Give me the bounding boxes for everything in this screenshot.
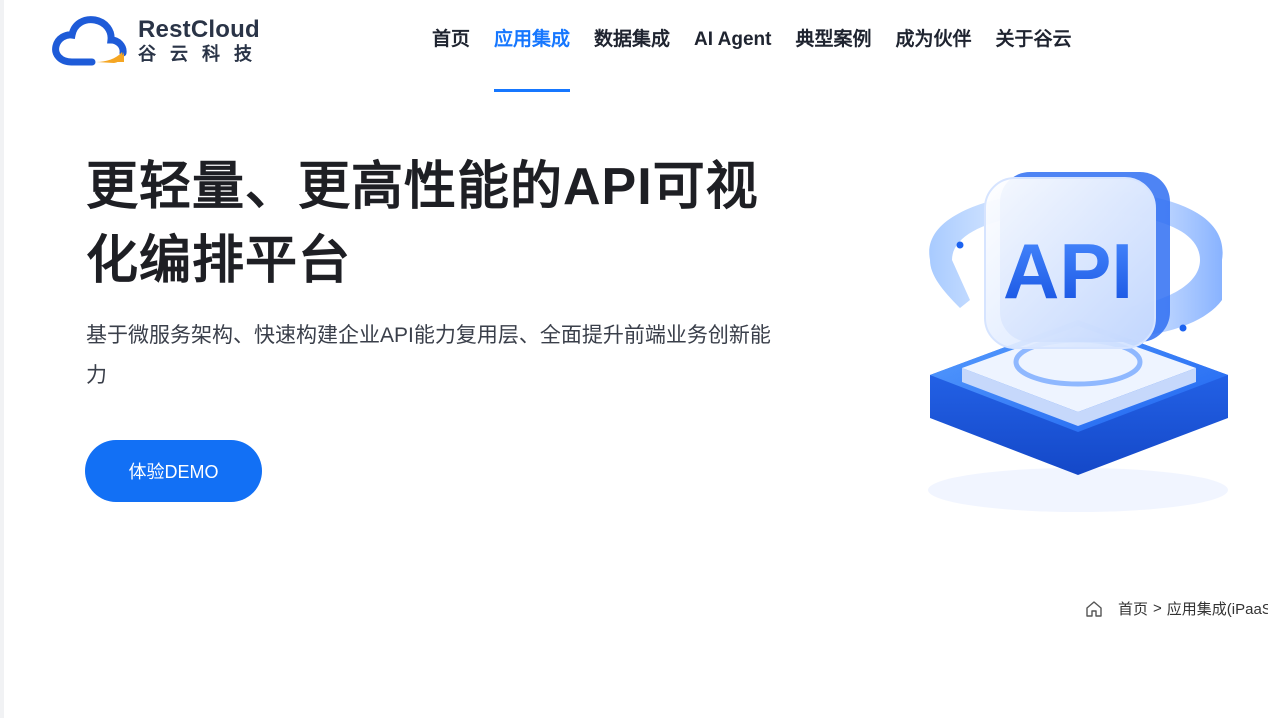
- nav-item-app-integration[interactable]: 应用集成: [494, 0, 571, 92]
- api-illustration-text: API: [1003, 227, 1133, 315]
- breadcrumb-separator: >: [1153, 600, 1162, 617]
- nav-item-partner[interactable]: 成为伙伴: [895, 0, 971, 92]
- brand-name-cn: 谷云科技: [138, 43, 266, 64]
- try-demo-button[interactable]: 体验DEMO: [85, 440, 262, 502]
- api-3d-illustration-icon: API: [928, 172, 1228, 512]
- nav-item-home[interactable]: 首页: [432, 0, 470, 92]
- page-left-border: [0, 0, 4, 718]
- main-nav: 首页 应用集成 数据集成 AI Agent 典型案例 成为伙伴 关于谷云: [420, 0, 1084, 92]
- hero-subtitle: 基于微服务架构、快速构建企业API能力复用层、全面提升前端业务创新能力: [86, 324, 771, 387]
- brand-logo[interactable]: RestCloud 谷云科技: [52, 12, 272, 68]
- breadcrumb: 首页 > 应用集成(iPaaS): [1084, 598, 1268, 619]
- hero-title: 更轻量、更高性能的API可视化编排平台: [86, 158, 759, 290]
- breadcrumb-item-home[interactable]: 首页: [1118, 598, 1148, 619]
- nav-item-ai-agent[interactable]: AI Agent: [694, 0, 771, 92]
- home-icon[interactable]: [1084, 599, 1104, 619]
- nav-item-data-integration[interactable]: 数据集成: [594, 0, 670, 92]
- cloud-logo-icon: [52, 16, 127, 66]
- brand-name-en: RestCloud: [138, 15, 260, 43]
- breadcrumb-item-current[interactable]: 应用集成(iPaaS): [1167, 598, 1268, 619]
- nav-item-about[interactable]: 关于谷云: [995, 0, 1071, 92]
- nav-item-cases[interactable]: 典型案例: [795, 0, 871, 92]
